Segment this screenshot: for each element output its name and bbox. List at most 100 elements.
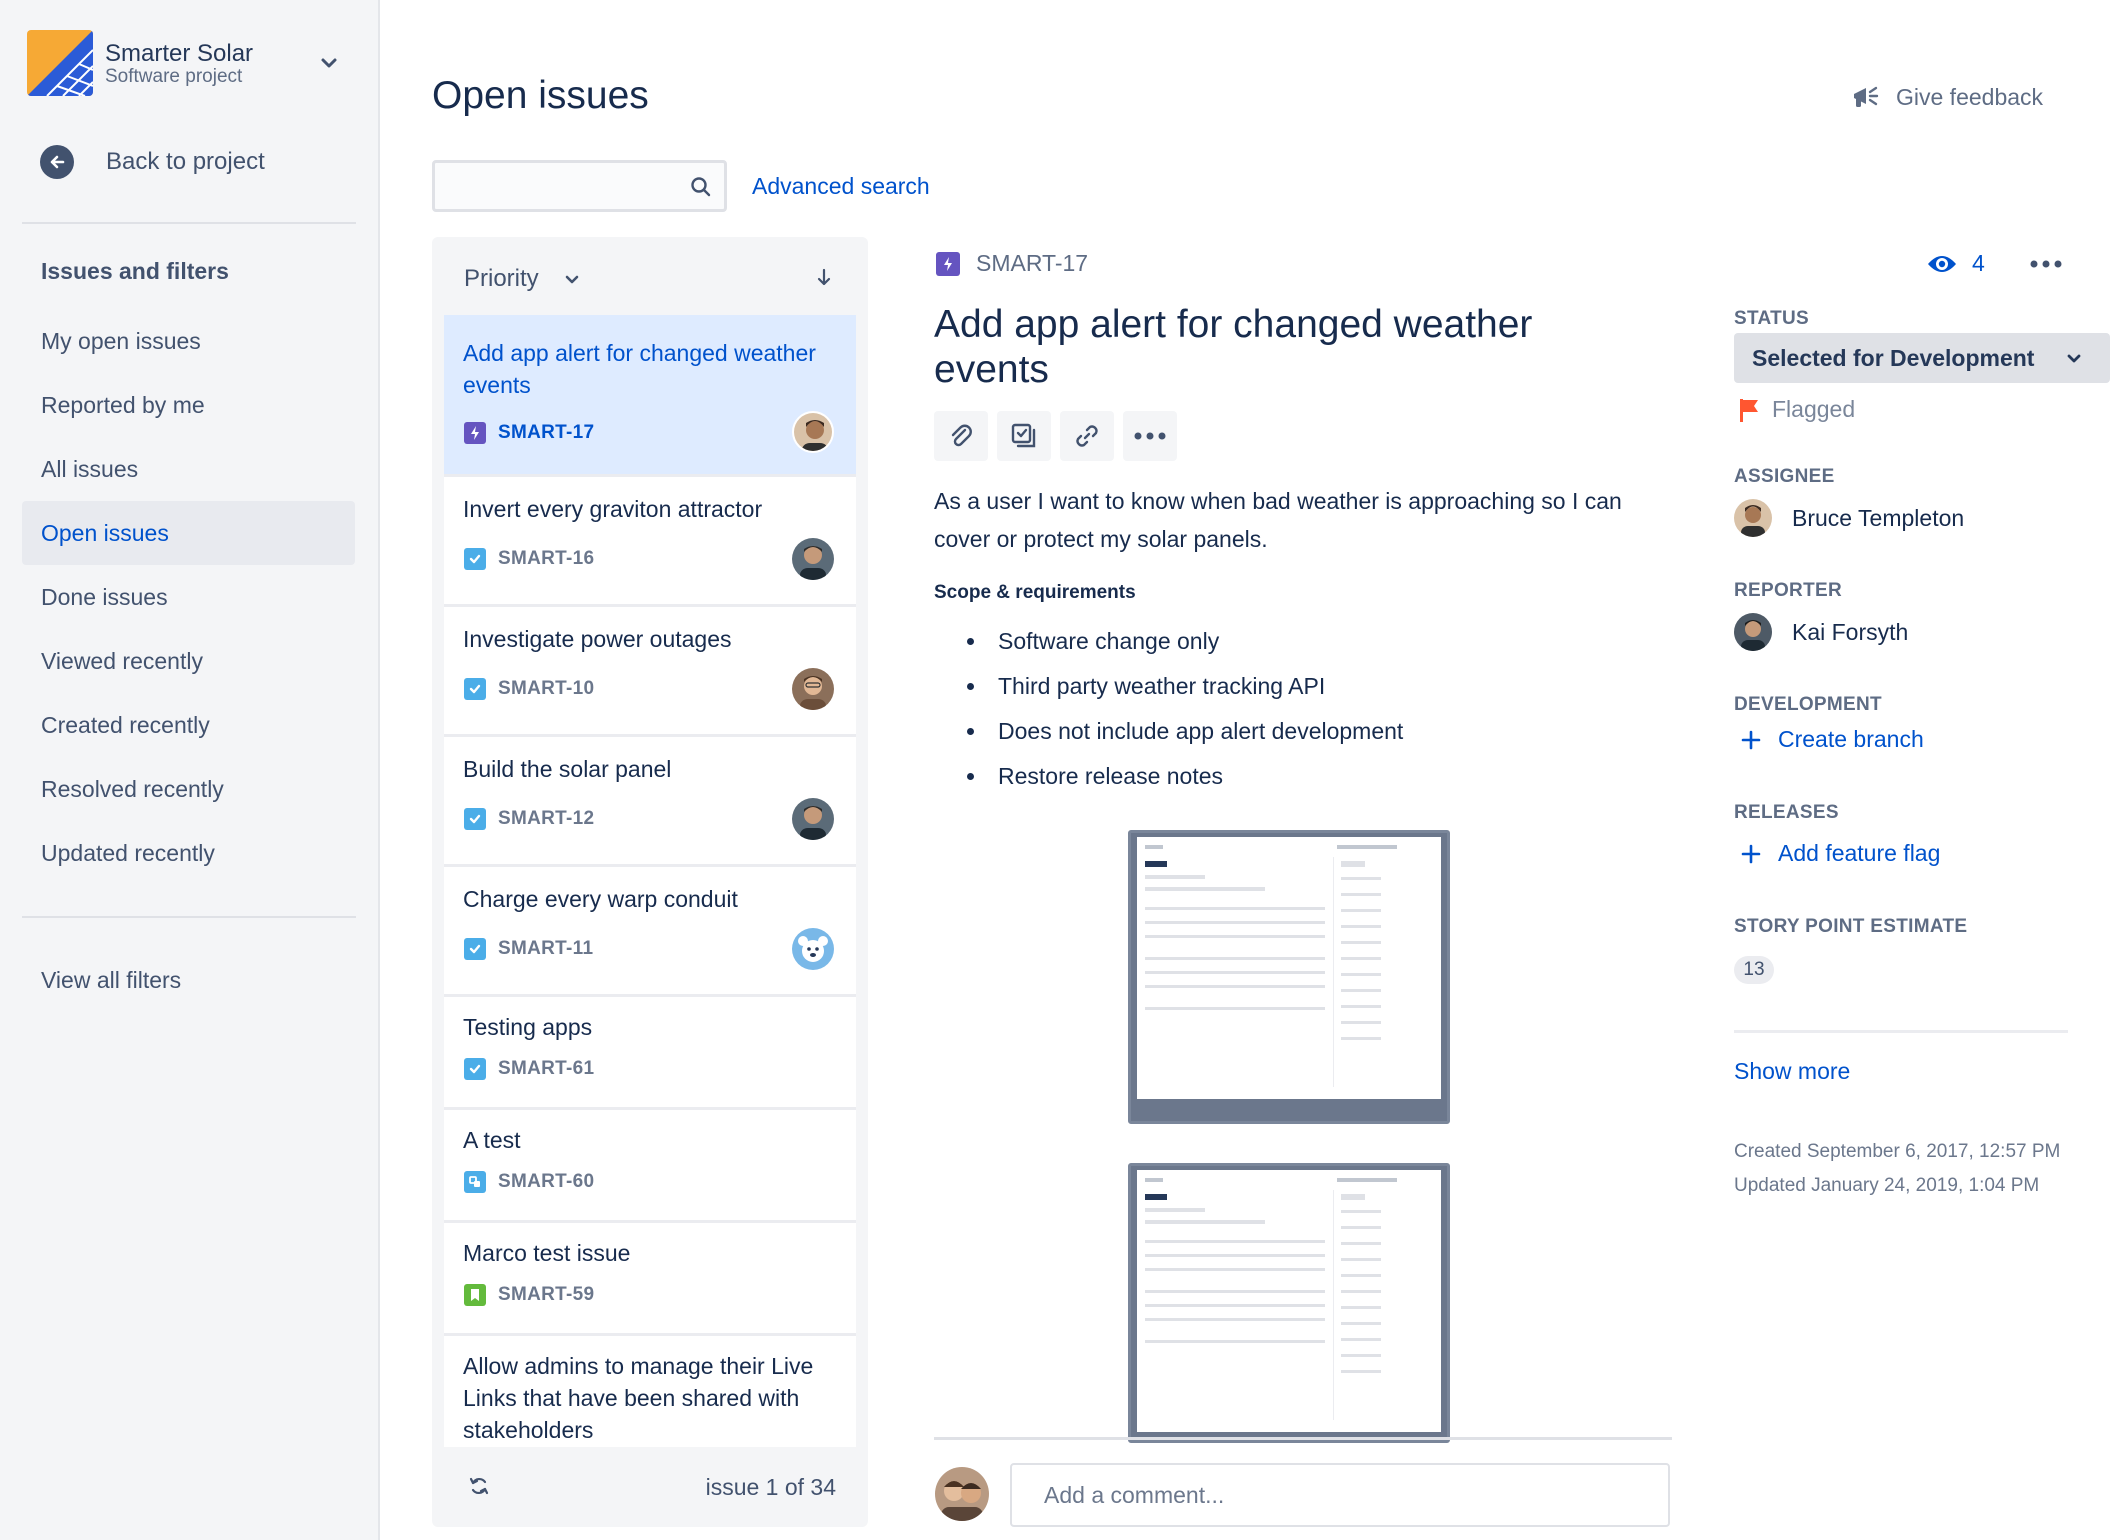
- give-feedback-label: Give feedback: [1896, 83, 2044, 110]
- reporter-field[interactable]: Kai Forsyth: [1734, 613, 1908, 651]
- issue-key: SMART-11: [498, 938, 594, 959]
- story-icon: [464, 1284, 486, 1306]
- issue-card[interactable]: Testing apps SMART-61: [444, 997, 856, 1110]
- sidebar-item-reported-by-me[interactable]: Reported by me: [22, 373, 355, 437]
- issue-card-title: Testing apps: [463, 1014, 593, 1040]
- project-name[interactable]: Smarter Solar: [105, 40, 253, 68]
- task-icon: [464, 1058, 486, 1080]
- issue-key: SMART-59: [498, 1284, 595, 1305]
- issue-card-title: Charge every warp conduit: [463, 886, 738, 912]
- show-more-link[interactable]: Show more: [1734, 1058, 1850, 1085]
- chevron-down-icon[interactable]: [318, 52, 340, 74]
- chevron-down-icon[interactable]: [562, 269, 582, 289]
- sidebar-item-updated-recently[interactable]: Updated recently: [22, 821, 355, 885]
- chevron-down-icon: [2067, 354, 2081, 363]
- avatar: [792, 928, 834, 970]
- issue-card[interactable]: Invert every graviton attractor SMART-16: [444, 477, 856, 607]
- list-item: Third party weather tracking API: [934, 667, 1403, 712]
- issue-cards: Add app alert for changed weather events…: [444, 315, 856, 1447]
- sidebar-item-all-issues[interactable]: All issues: [22, 437, 355, 501]
- refresh-icon[interactable]: [467, 1474, 491, 1498]
- story-points-label: STORY POINT ESTIMATE: [1734, 916, 1968, 937]
- flagged-indicator[interactable]: Flagged: [1738, 396, 1855, 423]
- attachment-thumbnail[interactable]: [1128, 1163, 1450, 1443]
- updated-date: Updated January 24, 2019, 1:04 PM: [1734, 1175, 2040, 1196]
- story-points-badge[interactable]: 13: [1734, 956, 1774, 984]
- more-icon: [1134, 432, 1166, 440]
- status-value: Selected for Development: [1752, 344, 2035, 371]
- screenshot-preview-image: [1145, 845, 1397, 1087]
- add-feature-flag-button[interactable]: Add feature flag: [1740, 840, 1940, 867]
- plus-icon: [1741, 844, 1761, 863]
- sidebar-item-view-all-filters[interactable]: View all filters: [22, 948, 355, 1012]
- issue-card[interactable]: A test SMART-60: [444, 1110, 856, 1223]
- sidebar-item-created-recently[interactable]: Created recently: [22, 693, 355, 757]
- avatar: [792, 798, 834, 840]
- issue-key: SMART-12: [498, 808, 595, 829]
- comment-input[interactable]: Add a comment...: [1010, 1463, 1670, 1527]
- back-to-project-link[interactable]: Back to project: [40, 142, 265, 182]
- list-footer: issue 1 of 34: [432, 1447, 868, 1527]
- issue-card[interactable]: Charge every warp conduit SMART-11: [444, 867, 856, 997]
- avatar: [792, 411, 834, 453]
- issue-card-title: A test: [463, 1127, 521, 1153]
- back-label: Back to project: [106, 148, 265, 175]
- watcher-count: 4: [1972, 250, 1985, 276]
- epic-icon: [464, 422, 486, 444]
- divider: [1734, 1030, 2068, 1033]
- issue-card-title: Build the solar panel: [463, 756, 672, 782]
- avatar: [792, 668, 834, 710]
- sidebar-item-my-open-issues[interactable]: My open issues: [22, 309, 355, 373]
- issue-card[interactable]: Allow admins to manage their Live Links …: [444, 1336, 856, 1447]
- assignee-label: ASSIGNEE: [1734, 466, 1835, 487]
- development-label: DEVELOPMENT: [1734, 694, 1882, 715]
- issue-list: Priority Add app alert for changed weath…: [432, 237, 868, 1527]
- list-item: Software change only: [934, 622, 1403, 667]
- issue-card-title: Investigate power outages: [463, 626, 732, 652]
- create-branch-button[interactable]: Create branch: [1740, 726, 1924, 753]
- attach-button[interactable]: [934, 411, 988, 461]
- add-feature-flag-label: Add feature flag: [1778, 840, 1941, 866]
- issue-card[interactable]: Build the solar panel SMART-12: [444, 737, 856, 867]
- more-icon[interactable]: [2026, 254, 2066, 274]
- sidebar-item-resolved-recently[interactable]: Resolved recently: [22, 757, 355, 821]
- add-child-issue-button[interactable]: [997, 411, 1051, 461]
- project-logo[interactable]: [27, 30, 93, 96]
- sidebar: Smarter Solar Software project Back to p…: [0, 0, 380, 1540]
- sort-priority-dropdown[interactable]: Priority: [464, 265, 539, 293]
- issue-description[interactable]: As a user I want to know when bad weathe…: [934, 482, 1674, 558]
- status-dropdown[interactable]: Selected for Development: [1734, 333, 2110, 383]
- issue-title[interactable]: Add app alert for changed weather events: [934, 302, 1614, 392]
- issue-card[interactable]: Marco test issue SMART-59: [444, 1223, 856, 1336]
- attachment-thumbnail[interactable]: [1128, 830, 1450, 1124]
- avatar: [1734, 613, 1772, 651]
- issue-card[interactable]: Investigate power outages SMART-10: [444, 607, 856, 737]
- search-input[interactable]: [432, 160, 727, 212]
- divider: [22, 222, 356, 224]
- give-feedback-button[interactable]: Give feedback: [1848, 80, 2043, 114]
- reporter-label: REPORTER: [1734, 580, 1842, 601]
- status-label: STATUS: [1734, 308, 1809, 329]
- advanced-search-link[interactable]: Advanced search: [752, 173, 930, 200]
- issue-card[interactable]: Add app alert for changed weather events…: [444, 315, 856, 477]
- assignee-name: Bruce Templeton: [1792, 504, 1965, 531]
- watchers-button[interactable]: 4: [1926, 250, 1985, 277]
- avatar: [1734, 499, 1772, 537]
- issue-key-link[interactable]: SMART-17: [976, 250, 1088, 277]
- list-item: Does not include app alert development: [934, 712, 1403, 757]
- task-icon: [464, 548, 486, 570]
- assignee-field[interactable]: Bruce Templeton: [1734, 499, 1964, 537]
- arrow-left-icon: [40, 145, 74, 179]
- sidebar-item-viewed-recently[interactable]: Viewed recently: [22, 629, 355, 693]
- sidebar-item-done-issues[interactable]: Done issues: [22, 565, 355, 629]
- sort-direction-icon[interactable]: [812, 265, 836, 289]
- sidebar-item-open-issues[interactable]: Open issues: [22, 501, 355, 565]
- epic-icon: [936, 251, 960, 276]
- issue-key: SMART-60: [498, 1171, 595, 1192]
- page-title: Open issues: [432, 74, 649, 117]
- flagged-label: Flagged: [1772, 396, 1856, 422]
- task-icon: [464, 678, 486, 700]
- paperclip-icon: [951, 424, 972, 447]
- link-issue-button[interactable]: [1060, 411, 1114, 461]
- more-actions-button[interactable]: [1123, 411, 1177, 461]
